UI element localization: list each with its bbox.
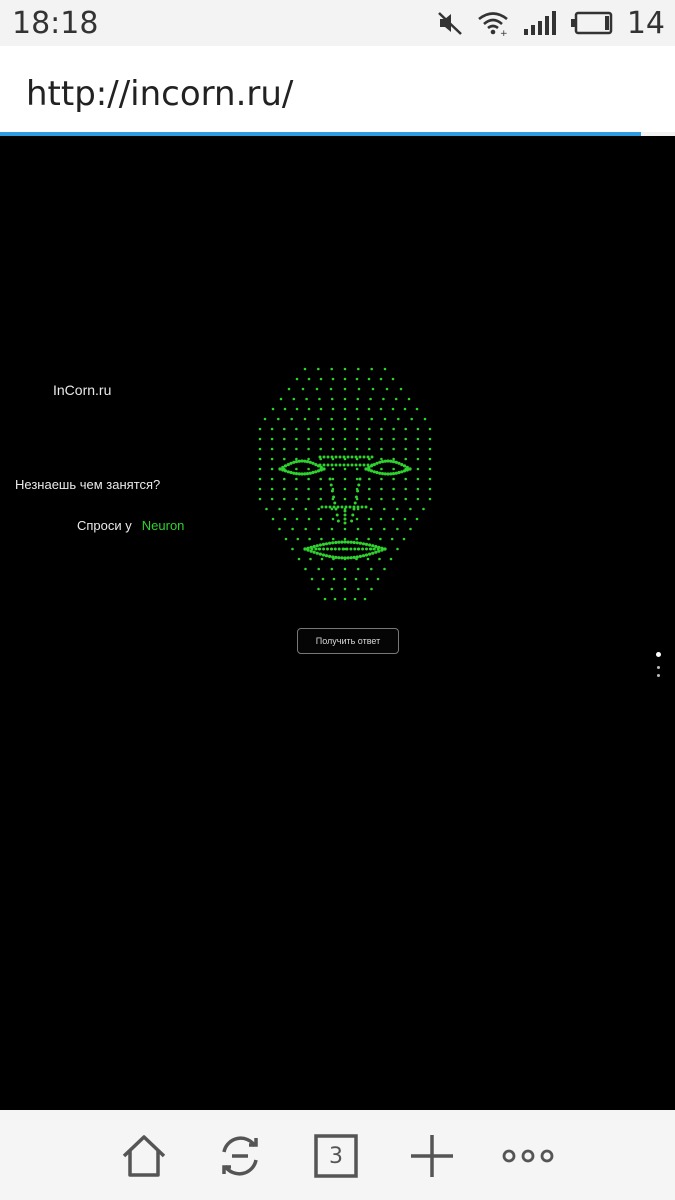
tab-count: 3	[329, 1143, 343, 1169]
tabs-button[interactable]: 3	[310, 1130, 362, 1182]
site-title: InCorn.ru	[53, 382, 112, 398]
web-page: InCorn.ru Незнаешь чем занятся? Спроси у…	[0, 136, 675, 1110]
scroll-dot	[657, 674, 660, 677]
home-icon	[122, 1135, 166, 1177]
ask-prefix: Спроси у	[77, 518, 132, 533]
new-tab-button[interactable]	[406, 1130, 458, 1182]
status-bar: 18:18 + 14	[0, 0, 675, 46]
get-answer-button[interactable]: Получить ответ	[297, 628, 399, 654]
home-button[interactable]	[118, 1130, 170, 1182]
svg-text:+: +	[500, 29, 508, 36]
status-icons: + 14	[423, 5, 665, 41]
neuron-face-image	[258, 367, 432, 601]
ask-line: Спроси у Neuron	[77, 518, 184, 533]
question-text: Незнаешь чем занятся?	[15, 477, 161, 492]
battery-percentage: 14	[626, 5, 665, 41]
wifi-icon: +	[477, 10, 509, 36]
status-time: 18:18	[12, 6, 99, 41]
refresh-icon	[222, 1136, 258, 1176]
signal-icon	[523, 11, 557, 35]
refresh-button[interactable]	[214, 1130, 266, 1182]
scroll-dot-active	[656, 652, 661, 657]
scroll-indicator[interactable]	[655, 652, 663, 682]
browser-toolbar: 3	[0, 1110, 675, 1200]
neuron-name: Neuron	[141, 518, 185, 533]
more-button[interactable]	[502, 1130, 554, 1182]
more-icon	[502, 1149, 554, 1163]
url-text[interactable]: http://incorn.ru/	[26, 74, 293, 114]
mute-icon	[437, 10, 463, 36]
new-tab-icon	[411, 1135, 453, 1177]
scroll-dot	[657, 666, 660, 669]
address-bar[interactable]: http://incorn.ru/	[0, 46, 675, 136]
battery-icon	[570, 11, 613, 35]
